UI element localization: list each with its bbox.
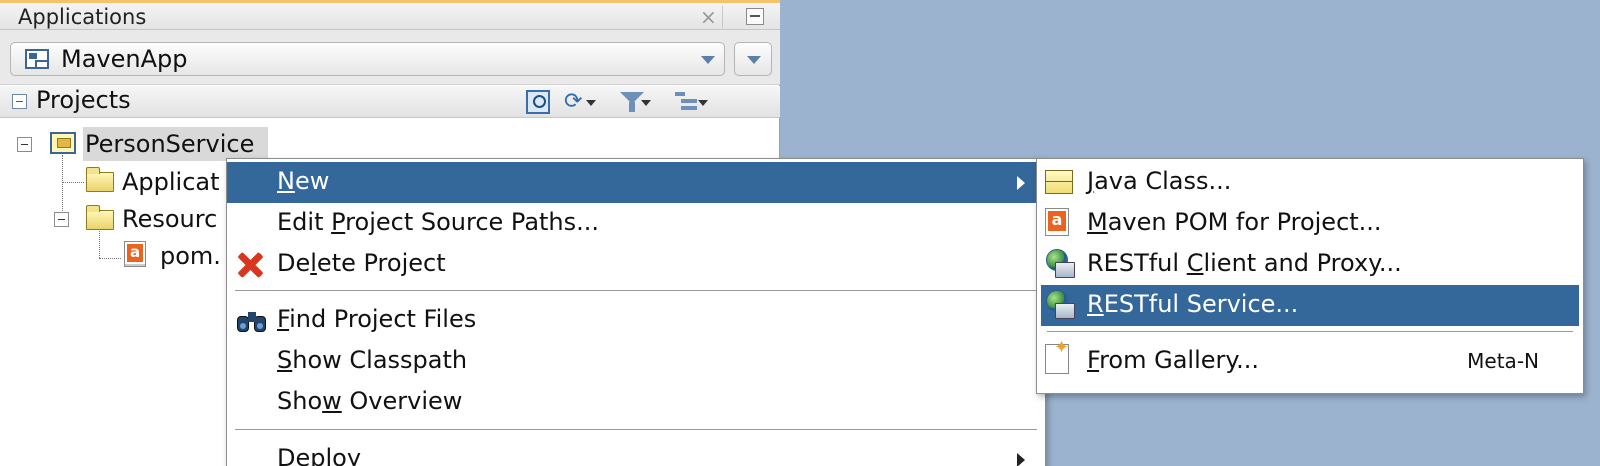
menu-separator: [1047, 331, 1573, 333]
structure-icon[interactable]: [675, 90, 697, 114]
title-separator: [722, 6, 723, 28]
gallery-icon: [1045, 337, 1069, 374]
menu-item-label: Deploy: [277, 444, 362, 466]
submenu-item-restful-service[interactable]: RESTful Service...: [1041, 285, 1579, 326]
menu-separator: [235, 429, 1037, 431]
java-class-icon: [1045, 170, 1073, 194]
menu-item-label: Show Overview: [277, 387, 463, 415]
maven-file-icon: [124, 241, 146, 267]
menu-item-label: From Gallery...: [1087, 346, 1260, 374]
project-context-menu: New Edit Project Source Paths... Delete …: [226, 158, 1046, 466]
tree-expander[interactable]: [17, 137, 32, 152]
folder-icon: [86, 167, 114, 192]
structure-dropdown-icon[interactable]: [698, 100, 708, 106]
menu-item-label: Show Classpath: [277, 346, 468, 374]
projects-panel-title: Projects: [36, 86, 131, 114]
menu-item-label: Maven POM for Project...: [1087, 208, 1382, 236]
tree-line: [62, 182, 84, 183]
application-menu-button[interactable]: [734, 42, 772, 76]
filter-dropdown-icon[interactable]: [641, 100, 651, 106]
submenu-arrow-icon: [1017, 453, 1025, 466]
tree-node-label: Applicat: [122, 168, 220, 196]
menu-item-find-project-files[interactable]: Find Project Files: [227, 300, 1045, 341]
menu-item-label: Java Class...: [1087, 167, 1232, 195]
restful-service-icon: [1045, 290, 1075, 319]
minimize-icon[interactable]: [746, 8, 764, 25]
projects-panel-header: Projects ⟳: [0, 86, 780, 118]
sync-icon[interactable]: ⟳: [564, 90, 588, 114]
tree-node-project[interactable]: PersonService: [83, 127, 268, 161]
menu-item-show-overview[interactable]: Show Overview: [227, 382, 1045, 423]
binoculars-icon: [237, 310, 267, 334]
menu-separator: [235, 290, 1037, 292]
chevron-down-icon[interactable]: [701, 56, 715, 64]
collapse-panel-icon[interactable]: [12, 94, 27, 109]
restful-client-icon: [1045, 249, 1075, 278]
application-icon: [25, 49, 49, 69]
menu-item-label: Delete Project: [277, 249, 446, 277]
tree-expander[interactable]: [54, 212, 69, 227]
tree-node-folder[interactable]: Applicat: [122, 168, 220, 196]
tree-node-label: pom.: [160, 242, 221, 270]
tree-node-label: Resourc: [122, 205, 218, 233]
menu-item-new[interactable]: New: [227, 162, 1045, 203]
maven-pom-icon: [1045, 208, 1069, 236]
tree-node-folder[interactable]: Resourc: [122, 205, 217, 233]
new-submenu: Java Class... Maven POM for Project... R…: [1036, 158, 1584, 394]
submenu-item-from-gallery[interactable]: From Gallery... Meta-N: [1037, 337, 1583, 382]
project-icon: [50, 132, 76, 154]
application-selector[interactable]: MavenApp: [10, 42, 725, 76]
tree-line: [99, 258, 121, 259]
sync-dropdown-icon[interactable]: [586, 100, 596, 106]
window-title-bar: Applications ×: [0, 0, 780, 30]
menu-item-label: RESTful Client and Proxy...: [1087, 249, 1402, 277]
menu-item-label: Find Project Files: [277, 305, 477, 333]
submenu-item-maven-pom[interactable]: Maven POM for Project...: [1037, 203, 1583, 244]
tree-node-file[interactable]: pom.: [160, 242, 221, 270]
menu-item-deploy[interactable]: Deploy: [227, 439, 1045, 466]
tree-line: [99, 228, 100, 258]
submenu-item-java-class[interactable]: Java Class...: [1037, 162, 1583, 203]
menu-item-label: Edit Project Source Paths...: [277, 208, 600, 236]
application-selector-value: MavenApp: [61, 45, 188, 73]
window-title: Applications: [18, 5, 147, 29]
menu-item-label: New: [277, 167, 330, 195]
tree-node-label: PersonService: [85, 130, 255, 158]
menu-item-show-classpath[interactable]: Show Classpath: [227, 341, 1045, 382]
menu-item-delete-project[interactable]: Delete Project: [227, 244, 1045, 285]
delete-icon: [235, 250, 265, 280]
folder-icon: [86, 205, 114, 230]
menu-shortcut: Meta-N: [1467, 349, 1539, 373]
menu-item-label: RESTful Service...: [1087, 290, 1299, 318]
menu-item-edit-source-paths[interactable]: Edit Project Source Paths...: [227, 203, 1045, 244]
close-icon[interactable]: ×: [700, 5, 717, 29]
submenu-item-restful-client[interactable]: RESTful Client and Proxy...: [1037, 244, 1583, 285]
submenu-arrow-icon: [1017, 176, 1025, 190]
application-selector-row: MavenApp: [0, 30, 780, 85]
locate-icon[interactable]: [526, 90, 550, 114]
